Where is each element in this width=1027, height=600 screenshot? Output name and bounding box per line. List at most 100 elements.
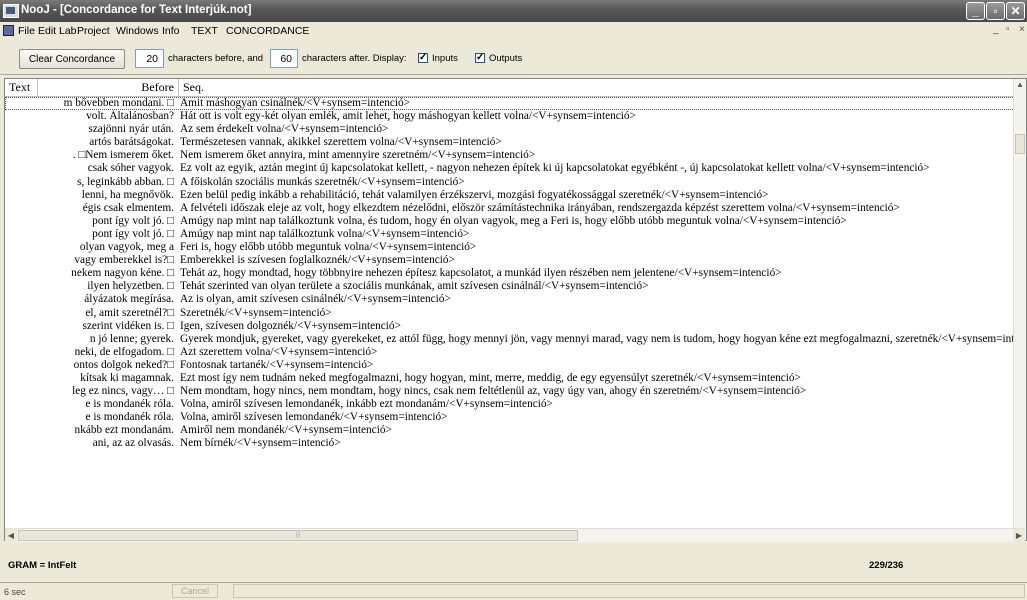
- table-header: Text Before Seq.: [5, 79, 1015, 97]
- maximize-button[interactable]: ▫: [986, 2, 1005, 20]
- column-header-before[interactable]: Before: [38, 79, 179, 96]
- menu-edit[interactable]: Edit: [38, 25, 56, 37]
- table-row[interactable]: el, amit szeretnél?□ Szeretnék/<V+synsem=…: [5, 307, 1015, 320]
- sequence-cell: Tehát szerinted van olyan területe a szo…: [180, 280, 649, 293]
- outputs-checkbox[interactable]: ✓: [475, 53, 485, 63]
- table-row[interactable]: csak sóher vagyok. Ez volt az egyik, aztá…: [5, 162, 1015, 175]
- table-row[interactable]: ályázatok megírása. Az is olyan, amit szí…: [5, 293, 1015, 306]
- table-row[interactable]: n jó lenne; gyerek. Gyerek mondjuk, gyere…: [5, 333, 1015, 346]
- sequence-cell: Amit máshogyan csinálnék/<V+synsem=inten…: [180, 97, 411, 109]
- menu-concordance[interactable]: CONCORDANCE: [226, 25, 309, 37]
- sequence-cell: Amúgy nap mint nap találkoztunk volna, é…: [180, 214, 847, 227]
- table-row[interactable]: nekem nagyon kéne. □ Tehát az, hogy mondt…: [5, 267, 1015, 280]
- mdi-close-button[interactable]: ×: [1019, 24, 1025, 35]
- before-context-cell: e is mondanék róla.: [85, 411, 174, 424]
- menu-info[interactable]: Info: [162, 25, 180, 37]
- table-row[interactable]: . □Nem ismerem őket. Nem ismerem őket ann…: [5, 149, 1015, 162]
- table-row[interactable]: égis csak elmentem. A felvételi időszak e…: [5, 202, 1015, 215]
- sequence-cell: Volna, amiről szívesen lemondanék/<V+syn…: [180, 411, 448, 424]
- before-context-cell: égis csak elmentem.: [82, 201, 174, 214]
- before-context-cell: pont így volt jó. □: [92, 227, 174, 240]
- vertical-scroll-thumb[interactable]: [1015, 134, 1025, 154]
- table-row[interactable]: e is mondanék róla. Volna, amiről szívese…: [5, 411, 1015, 424]
- table-row[interactable]: s, leginkább abban. □ A főiskolán szociál…: [5, 176, 1015, 189]
- sequence-cell: Szeretnék/<V+synsem=intenció>: [180, 306, 332, 319]
- before-context-cell: vagy emberekkel is?□: [74, 254, 174, 267]
- table-row[interactable]: vagy emberekkel is?□ Emberekkel is szíves…: [5, 254, 1015, 267]
- close-button[interactable]: ✕: [1006, 2, 1025, 20]
- table-row[interactable]: e is mondanék róla. Volna, amiről szívese…: [5, 398, 1015, 411]
- sequence-cell: Nem ismerem őket annyira, mint amennyire…: [180, 149, 536, 162]
- table-row[interactable]: artós barátságokat. Természetesen vannak,…: [5, 136, 1015, 149]
- before-context-cell: n jó lenne; gyerek.: [89, 332, 174, 345]
- sequence-cell: Ezen belül pedig inkább a rehabilitáció,…: [180, 188, 769, 201]
- cancel-button[interactable]: Cancel: [172, 584, 218, 598]
- scroll-up-icon[interactable]: ▲: [1015, 80, 1025, 90]
- chars-before-label: characters before, and: [168, 53, 264, 64]
- concordance-table[interactable]: Text Before Seq. m bővebben mondani. □ Am…: [4, 78, 1027, 541]
- chars-before-input[interactable]: 20: [135, 49, 164, 68]
- table-row[interactable]: leg ez nincs, vagy… □ Nem mondtam, hogy n…: [5, 385, 1015, 398]
- mdi-restore-button[interactable]: ▫: [1006, 24, 1010, 35]
- table-row[interactable]: ani, az az olvasás. Nem bírnék/<V+synsem=…: [5, 437, 1015, 450]
- horizontal-scroll-thumb[interactable]: |||: [18, 530, 578, 541]
- document-icon[interactable]: [3, 25, 14, 36]
- menu-file[interactable]: File: [18, 25, 35, 37]
- sequence-cell: A felvételi időszak eleje az volt, hogy …: [180, 201, 900, 214]
- column-header-text[interactable]: Text: [5, 79, 38, 96]
- minimize-button[interactable]: _: [966, 2, 985, 20]
- sequence-cell: Feri is, hogy előbb utóbb meguntuk volna…: [180, 241, 477, 254]
- table-row[interactable]: szerint vidéken is. □ Igen, szívesen dolg…: [5, 320, 1015, 333]
- table-row[interactable]: m bővebben mondani. □ Amit máshogyan csin…: [5, 97, 1015, 111]
- menu-lab[interactable]: Lab: [59, 25, 77, 37]
- before-context-cell: lenni, ha megnővök.: [81, 188, 174, 201]
- sequence-cell: Amiről nem mondanék/<V+synsem=intenció>: [180, 424, 392, 437]
- sequence-cell: Az sem érdekelt volna/<V+synsem=intenció…: [180, 123, 389, 136]
- before-context-cell: ilyen helyzetben. □: [87, 280, 174, 293]
- before-context-cell: csak sóher vagyok.: [87, 162, 174, 175]
- inputs-checkbox[interactable]: ✓: [418, 53, 428, 63]
- sequence-cell: Ez volt az egyik, aztán megint új kapcso…: [180, 162, 930, 175]
- table-row[interactable]: szajönni nyár után. Az sem érdekelt volna…: [5, 123, 1015, 136]
- table-row[interactable]: volt. Általánosban? Hát ott is volt egy-k…: [5, 110, 1015, 123]
- scroll-left-icon[interactable]: ◀: [5, 529, 17, 542]
- mdi-minimize-button[interactable]: _: [993, 24, 999, 35]
- sequence-cell: Volna, amiről szívesen lemondanék, inkáb…: [180, 398, 553, 411]
- concordance-toolbar: Clear Concordance 20 characters before, …: [0, 40, 1027, 75]
- table-row[interactable]: pont így volt jó. □ Amúgy nap mint nap ta…: [5, 228, 1015, 241]
- table-row[interactable]: ontos dolgok neked?□ Fontosnak tartanék/<…: [5, 359, 1015, 372]
- vertical-scrollbar[interactable]: ▲ ▼: [1013, 79, 1026, 540]
- menu-windows[interactable]: Windows: [116, 25, 159, 37]
- title-bar: NooJ - [Concordance for Text Interjúk.no…: [0, 0, 1027, 22]
- before-context-cell: kítsak ki magamnak.: [80, 371, 174, 384]
- before-context-cell: ani, az az olvasás.: [92, 437, 174, 450]
- chars-after-input[interactable]: 60: [270, 49, 298, 68]
- progress-bar: [233, 584, 1025, 598]
- table-row[interactable]: ilyen helyzetben. □ Tehát szerinted van o…: [5, 280, 1015, 293]
- menu-project[interactable]: Project: [77, 25, 110, 37]
- inputs-label: Inputs: [432, 53, 458, 64]
- match-count: 229/236: [869, 560, 904, 571]
- scroll-right-icon[interactable]: ▶: [1013, 529, 1025, 542]
- before-context-cell: ályázatok megírása.: [84, 293, 174, 306]
- table-row[interactable]: olyan vagyok, meg a Feri is, hogy előbb u…: [5, 241, 1015, 254]
- sequence-cell: Azt szerettem volna/<V+synsem=intenció>: [180, 345, 378, 358]
- table-row[interactable]: lenni, ha megnővök. Ezen belül pedig inká…: [5, 189, 1015, 202]
- menu-text[interactable]: TEXT: [191, 25, 218, 37]
- before-context-cell: nekem nagyon kéne. □: [71, 267, 174, 280]
- before-context-cell: neki, de elfogadom. □: [74, 345, 174, 358]
- sequence-cell: Gyerek mondjuk, gyereket, vagy gyerekeke…: [180, 332, 1015, 345]
- table-row[interactable]: neki, de elfogadom. □ Azt szerettem volna…: [5, 346, 1015, 359]
- app-icon: [3, 4, 19, 18]
- table-row[interactable]: pont így volt jó. □ Amúgy nap mint nap ta…: [5, 215, 1015, 228]
- sequence-cell: Nem bírnék/<V+synsem=intenció>: [180, 437, 341, 450]
- before-context-cell: el, amit szeretnél?□: [85, 306, 174, 319]
- sequence-cell: Emberekkel is szívesen foglalkoznék/<V+s…: [180, 254, 455, 267]
- sequence-cell: A főiskolán szociális munkás szeretnék/<…: [180, 175, 465, 188]
- column-header-seq[interactable]: Seq.: [179, 79, 1015, 96]
- elapsed-time: 6 sec: [4, 587, 26, 597]
- table-row[interactable]: kítsak ki magamnak. Ezt most így nem tudn…: [5, 372, 1015, 385]
- horizontal-scrollbar[interactable]: ◀ ||| ▶: [5, 528, 1025, 542]
- table-row[interactable]: nkább ezt mondanám. Amiről nem mondanék/<…: [5, 424, 1015, 437]
- clear-concordance-button[interactable]: Clear Concordance: [19, 49, 125, 69]
